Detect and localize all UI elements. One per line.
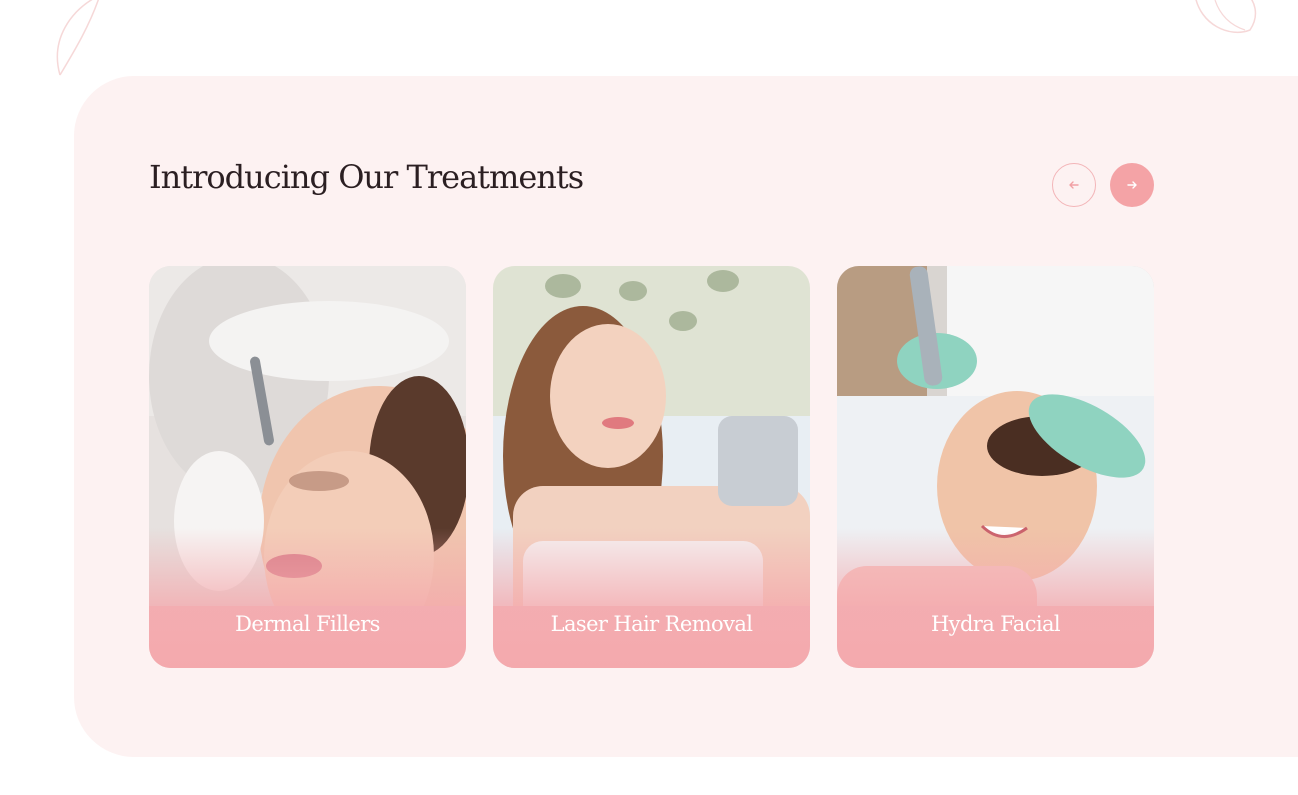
treatments-section: Introducing Our Treatments Dermal Filler… <box>74 76 1298 757</box>
arrow-right-icon <box>1127 181 1137 189</box>
carousel-prev-button[interactable] <box>1052 163 1096 207</box>
treatment-card-hydra-facial[interactable]: Hydra Facial <box>837 266 1154 668</box>
leaf-decoration-icon <box>1195 0 1257 34</box>
page: Introducing Our Treatments Dermal Filler… <box>0 0 1298 795</box>
treatment-card-label: Laser Hair Removal <box>550 612 753 636</box>
treatment-card-label: Dermal Fillers <box>235 612 380 636</box>
leaf-decoration-icon <box>56 0 100 76</box>
treatment-card-laser-hair-removal[interactable]: Laser Hair Removal <box>493 266 810 668</box>
treatment-card-label: Hydra Facial <box>930 612 1061 636</box>
treatment-card-dermal-fillers[interactable]: Dermal Fillers <box>149 266 466 668</box>
arrow-left-icon <box>1069 181 1079 189</box>
carousel-next-button[interactable] <box>1110 163 1154 207</box>
section-title: Introducing Our Treatments <box>149 158 584 196</box>
